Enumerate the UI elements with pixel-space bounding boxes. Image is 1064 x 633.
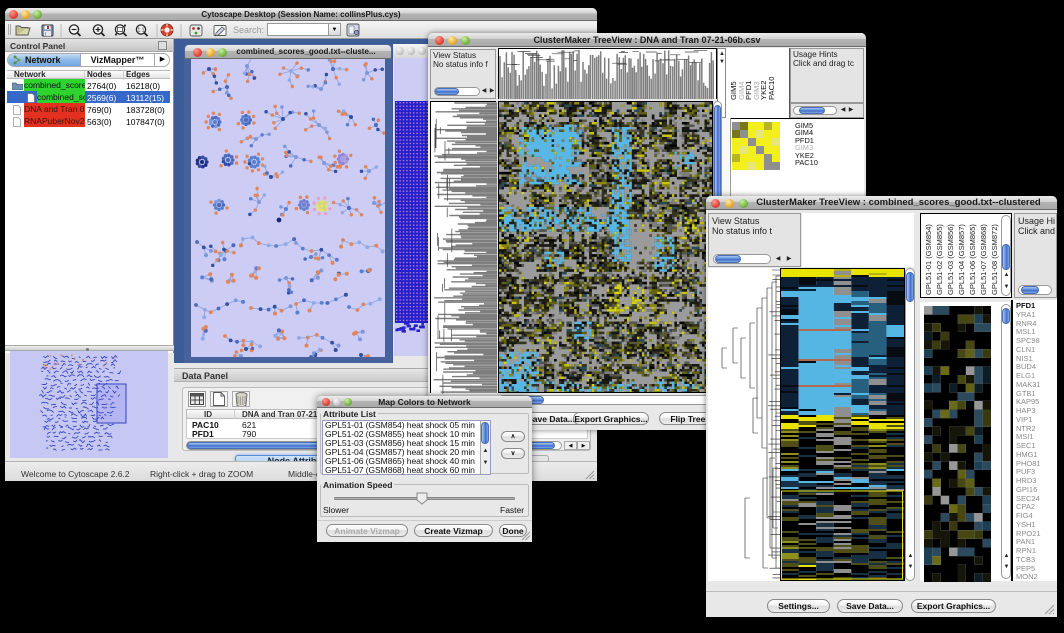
svg-text:1:1: 1:1 xyxy=(138,28,145,34)
